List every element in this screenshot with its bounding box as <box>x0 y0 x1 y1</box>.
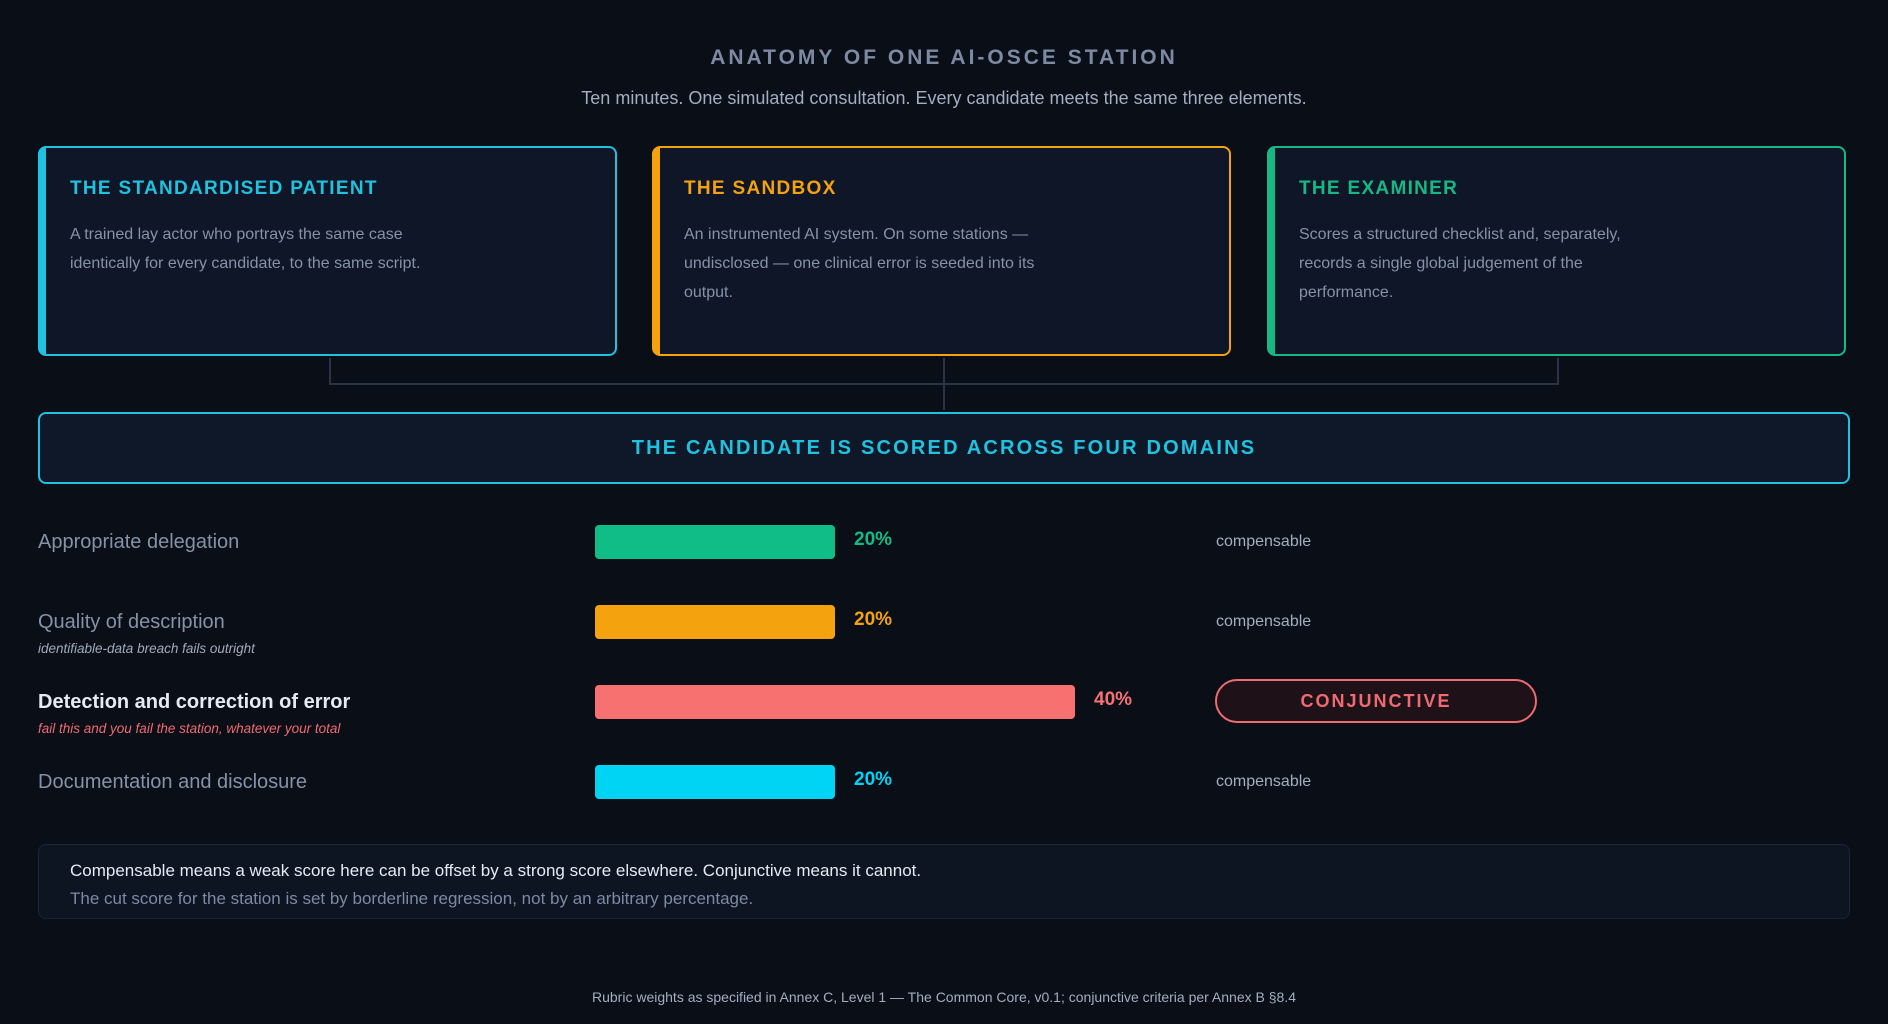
domains-banner: THE CANDIDATE IS SCORED ACROSS FOUR DOMA… <box>38 412 1850 484</box>
criterion-label: compensable <box>1216 533 1312 550</box>
domain-note: identifiable-data breach fails outright <box>38 641 255 656</box>
weight-bar <box>595 525 835 559</box>
domain-row-description: Quality of description identifiable-data… <box>0 605 1888 671</box>
weight-label: 20% <box>854 769 893 790</box>
conjunctive-badge: CONJUNCTIVE <box>1215 679 1537 723</box>
criterion-label: compensable <box>1216 613 1312 630</box>
card-connectors <box>329 358 1559 410</box>
domain-label: Quality of description <box>38 611 225 633</box>
weight-label: 20% <box>854 529 893 550</box>
weight-bar <box>595 605 835 639</box>
weight-label: 40% <box>1094 689 1133 710</box>
explanation-line: The cut score for the station is set by … <box>70 889 754 908</box>
domain-row-error-detection: Detection and correction of error fail t… <box>0 679 1888 751</box>
domain-label: Detection and correction of error <box>38 691 351 713</box>
explanation-line: Compensable means a weak score here can … <box>70 861 922 880</box>
domain-label: Appropriate delegation <box>38 531 240 553</box>
domain-note: fail this and you fail the station, what… <box>38 721 341 736</box>
weight-label: 20% <box>854 609 893 630</box>
criterion-label: compensable <box>1216 773 1312 790</box>
domain-label: Documentation and disclosure <box>38 771 308 793</box>
domain-row-documentation: Documentation and disclosure 20% compens… <box>0 765 1888 831</box>
weight-bar <box>595 765 835 799</box>
station-diagram: ANATOMY OF ONE AI-OSCE STATION Ten minut… <box>0 0 1888 1024</box>
weight-bar <box>595 685 1075 719</box>
explanation-box: Compensable means a weak score here can … <box>38 844 1850 919</box>
domain-row-delegation: Appropriate delegation 20% compensable <box>0 525 1888 591</box>
source-footnote: Rubric weights as specified in Annex C, … <box>592 989 1296 1005</box>
